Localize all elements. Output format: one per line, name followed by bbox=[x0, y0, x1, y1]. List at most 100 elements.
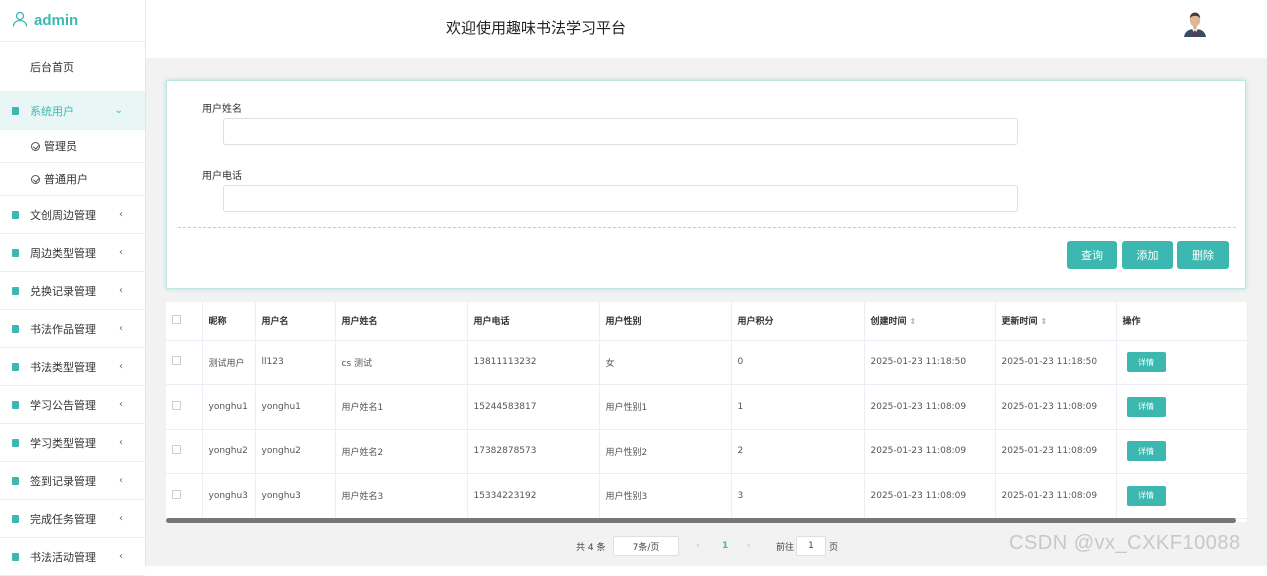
cell-gender: 用户性别3 bbox=[599, 473, 732, 519]
row-checkbox-cell[interactable] bbox=[166, 473, 203, 519]
document-icon bbox=[12, 552, 19, 561]
chevron-left-icon: ‹ bbox=[119, 551, 123, 562]
select-all-checkbox[interactable] bbox=[172, 314, 181, 324]
chevron-left-icon: ‹ bbox=[119, 361, 123, 372]
page-number-current[interactable]: 1 bbox=[722, 536, 728, 556]
sidebar-item-study-notice[interactable]: 学习公告管理 ‹ bbox=[0, 386, 145, 424]
sidebar-item-label: 书法类型管理 bbox=[30, 360, 96, 374]
sidebar-item-merch-type[interactable]: 周边类型管理 ‹ bbox=[0, 234, 145, 272]
page-unit-label: 页 bbox=[829, 542, 839, 553]
select-all-cell[interactable] bbox=[166, 302, 203, 341]
search-panel: 用户姓名 用户电话 查询 添加 删除 bbox=[166, 80, 1246, 289]
chevron-left-icon: ‹ bbox=[119, 437, 123, 448]
sort-icon[interactable]: ⇕ bbox=[1041, 317, 1048, 326]
sidebar-subitem-regular-user[interactable]: 普通用户 bbox=[0, 163, 145, 196]
row-checkbox[interactable] bbox=[172, 445, 181, 455]
page-title: 欢迎使用趣味书法学习平台 bbox=[446, 19, 627, 37]
sidebar-subitem-label: 管理员 bbox=[44, 140, 77, 153]
document-icon bbox=[12, 286, 19, 295]
next-page-button[interactable]: › bbox=[747, 536, 751, 556]
sidebar-item-checkin-record[interactable]: 签到记录管理 ‹ bbox=[0, 462, 145, 500]
chevron-left-icon: ‹ bbox=[119, 513, 123, 524]
sort-icon[interactable]: ⇕ bbox=[910, 317, 917, 326]
cell-nickname: yonghu2 bbox=[202, 429, 256, 474]
document-icon bbox=[12, 476, 19, 485]
user-icon bbox=[12, 11, 28, 31]
check-circle-icon bbox=[31, 174, 40, 184]
row-checkbox-cell[interactable] bbox=[166, 340, 203, 385]
cell-username: yonghu2 bbox=[255, 429, 336, 474]
sidebar: admin 后台首页 系统用户 ⌄ 管理员 普通用户 文创周边管理 ‹ 周边类型管… bbox=[0, 0, 146, 576]
column-header-label: 创建时间 bbox=[870, 317, 907, 328]
sidebar-item-calligraphy-type[interactable]: 书法类型管理 ‹ bbox=[0, 348, 145, 386]
row-checkbox-cell[interactable] bbox=[166, 429, 203, 474]
brand-title: admin bbox=[34, 12, 79, 29]
column-header: 操作 bbox=[1116, 302, 1248, 341]
goto-label: 前往 bbox=[776, 542, 795, 553]
cell-points: 0 bbox=[731, 340, 865, 385]
table-header-row: 昵称 用户名 用户姓名 用户电话 用户性别 用户积分 创建时间 ⇕ 更新时间 ⇕ 操… bbox=[166, 302, 1248, 341]
sidebar-item-completed-tasks[interactable]: 完成任务管理 ‹ bbox=[0, 500, 145, 538]
row-checkbox[interactable] bbox=[172, 489, 181, 499]
sidebar-item-system-users[interactable]: 系统用户 ⌄ bbox=[0, 92, 145, 130]
column-header-updated[interactable]: 更新时间 ⇕ bbox=[995, 302, 1117, 341]
row-checkbox[interactable] bbox=[172, 400, 181, 410]
cell-gender: 女 bbox=[599, 340, 732, 385]
chevron-down-icon: ⌄ bbox=[114, 105, 123, 116]
table-row: yonghu3 yonghu3 用户姓名3 15334223192 用户性别3 … bbox=[166, 473, 1248, 519]
sidebar-item-calligraphy-works[interactable]: 书法作品管理 ‹ bbox=[0, 310, 145, 348]
detail-button[interactable]: 详情 bbox=[1126, 441, 1166, 462]
phone-input[interactable] bbox=[223, 185, 1018, 212]
sidebar-item-cultural-merch[interactable]: 文创周边管理 ‹ bbox=[0, 196, 145, 234]
cell-phone: 15334223192 bbox=[467, 473, 600, 519]
cell-actions: 详情 bbox=[1116, 429, 1248, 474]
avatar[interactable] bbox=[1182, 9, 1208, 37]
column-header-created[interactable]: 创建时间 ⇕ bbox=[864, 302, 996, 341]
detail-button[interactable]: 详情 bbox=[1126, 352, 1166, 373]
cell-actions: 详情 bbox=[1116, 340, 1248, 385]
sidebar-item-exchange-record[interactable]: 兑换记录管理 ‹ bbox=[0, 272, 145, 310]
sidebar-item-home[interactable]: 后台首页 bbox=[0, 42, 145, 92]
chevron-left-icon: ‹ bbox=[119, 247, 123, 258]
main-content: 用户姓名 用户电话 查询 添加 删除 昵称 用户名 用户姓名 用户电话 用户性别… bbox=[146, 58, 1267, 566]
column-header-label: 更新时间 bbox=[1001, 317, 1038, 328]
row-checkbox-cell[interactable] bbox=[166, 384, 203, 430]
column-header: 用户名 bbox=[255, 302, 336, 341]
cell-nickname: yonghu1 bbox=[202, 384, 256, 430]
name-input[interactable] bbox=[223, 118, 1018, 145]
phone-field-label: 用户电话 bbox=[202, 171, 242, 182]
sidebar-subitem-admin[interactable]: 管理员 bbox=[0, 130, 145, 163]
cell-updated: 2025-01-23 11:08:09 bbox=[995, 384, 1117, 430]
chevron-left-icon: ‹ bbox=[119, 285, 123, 296]
page-size-select[interactable]: 7条/页 bbox=[613, 536, 679, 556]
cell-created: 2025-01-23 11:08:09 bbox=[864, 384, 996, 430]
chevron-left-icon: ‹ bbox=[119, 323, 123, 334]
row-checkbox[interactable] bbox=[172, 356, 181, 366]
detail-button[interactable]: 详情 bbox=[1126, 396, 1166, 417]
sidebar-item-calligraphy-activity[interactable]: 书法活动管理 ‹ bbox=[0, 538, 145, 576]
cell-realname: 用户姓名1 bbox=[335, 384, 468, 430]
sidebar-item-study-type[interactable]: 学习类型管理 ‹ bbox=[0, 424, 145, 462]
document-icon bbox=[12, 248, 19, 257]
horizontal-scrollbar[interactable] bbox=[166, 518, 1236, 523]
cell-realname: 用户姓名2 bbox=[335, 429, 468, 474]
cell-points: 1 bbox=[731, 384, 865, 430]
cell-gender: 用户性别1 bbox=[599, 384, 732, 430]
cell-phone: 13811113232 bbox=[467, 340, 600, 385]
cell-realname: cs 测试 bbox=[335, 340, 468, 385]
chevron-left-icon: ‹ bbox=[119, 209, 123, 220]
prev-page-button[interactable]: ‹ bbox=[696, 536, 700, 556]
column-header: 用户电话 bbox=[467, 302, 600, 341]
document-icon bbox=[12, 106, 19, 115]
goto-page-input[interactable]: 1 bbox=[796, 536, 826, 556]
sidebar-item-label: 兑换记录管理 bbox=[30, 284, 96, 298]
delete-button[interactable]: 删除 bbox=[1177, 241, 1229, 269]
document-icon bbox=[12, 210, 19, 219]
query-button[interactable]: 查询 bbox=[1067, 241, 1117, 269]
document-icon bbox=[12, 400, 19, 409]
detail-button[interactable]: 详情 bbox=[1126, 485, 1166, 506]
data-table: 昵称 用户名 用户姓名 用户电话 用户性别 用户积分 创建时间 ⇕ 更新时间 ⇕ 操… bbox=[166, 302, 1248, 522]
document-icon bbox=[12, 324, 19, 333]
add-button[interactable]: 添加 bbox=[1122, 241, 1173, 269]
cell-realname: 用户姓名3 bbox=[335, 473, 468, 519]
